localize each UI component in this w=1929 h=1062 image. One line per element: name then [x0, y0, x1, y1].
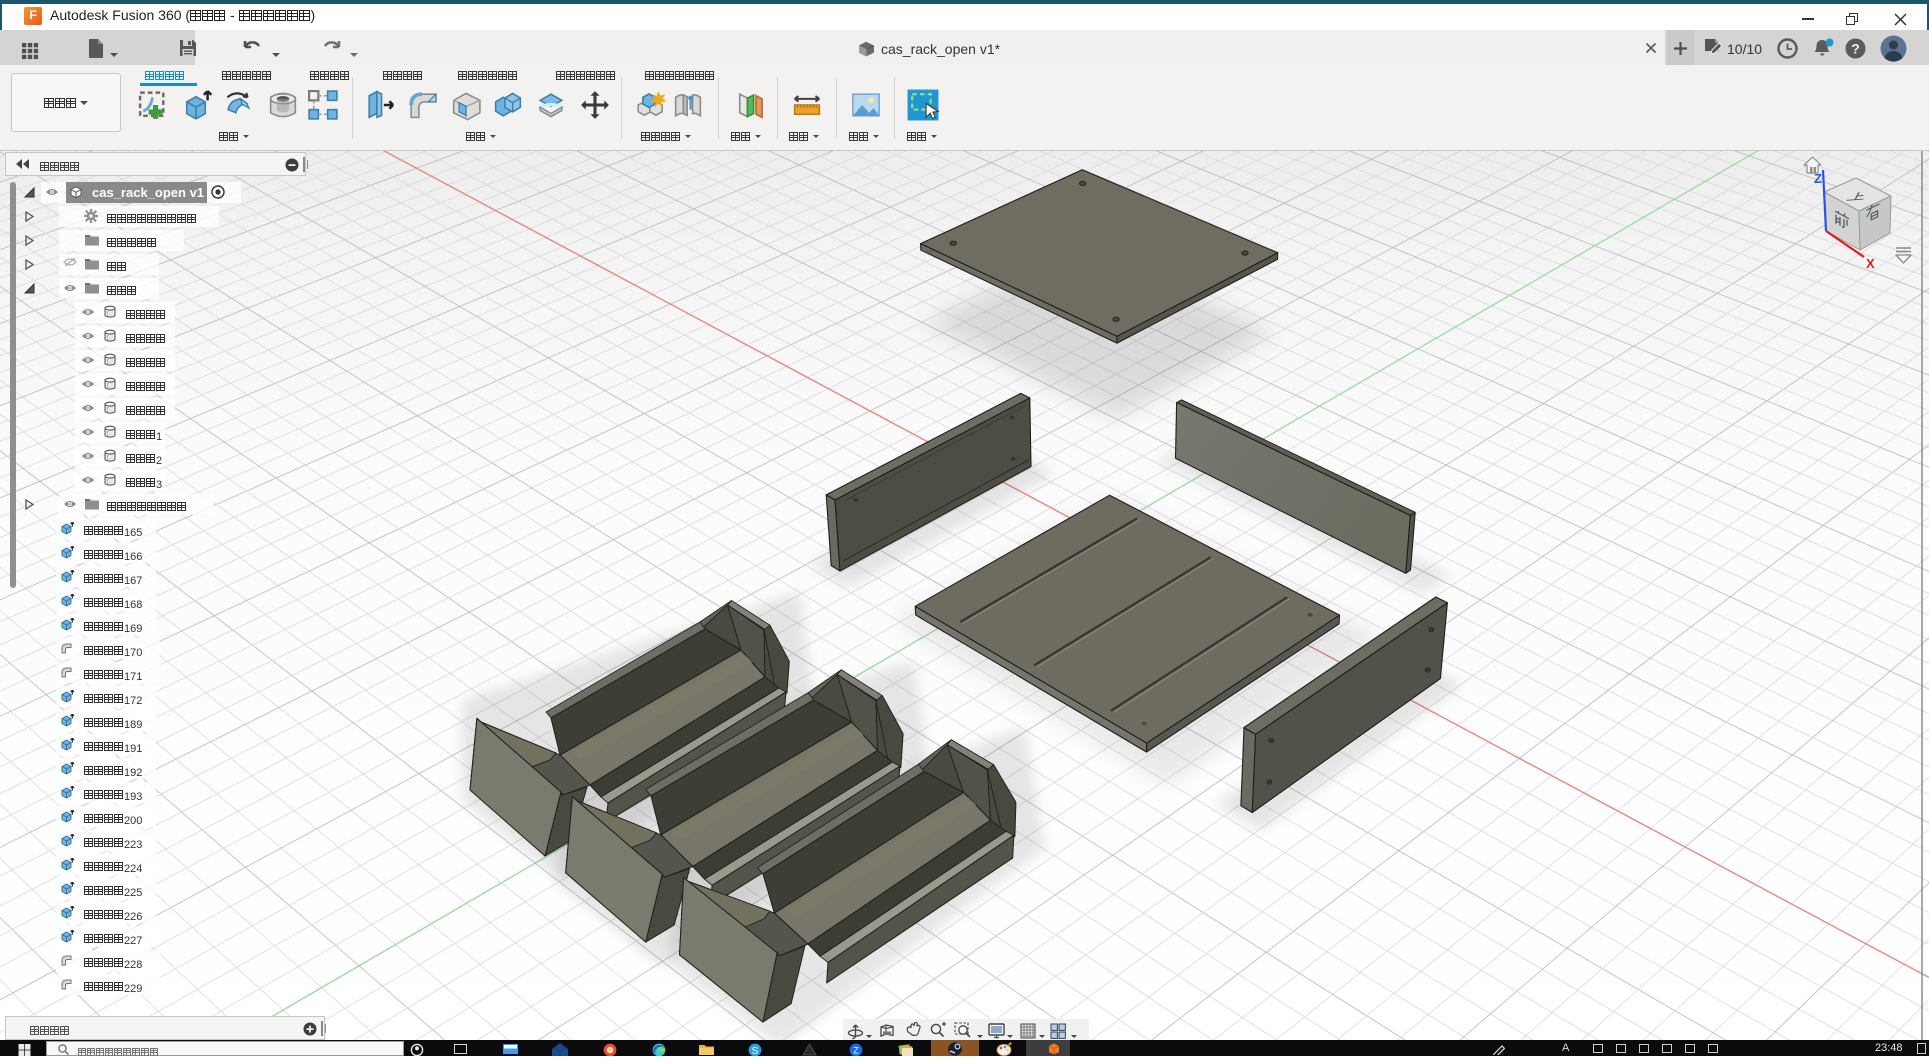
svg-text:Z: Z [853, 1046, 859, 1056]
svg-text:S: S [752, 1046, 759, 1056]
svg-text:?: ? [1851, 41, 1860, 57]
svg-text:Z: Z [1814, 171, 1822, 186]
svg-text:X: X [1866, 256, 1875, 271]
